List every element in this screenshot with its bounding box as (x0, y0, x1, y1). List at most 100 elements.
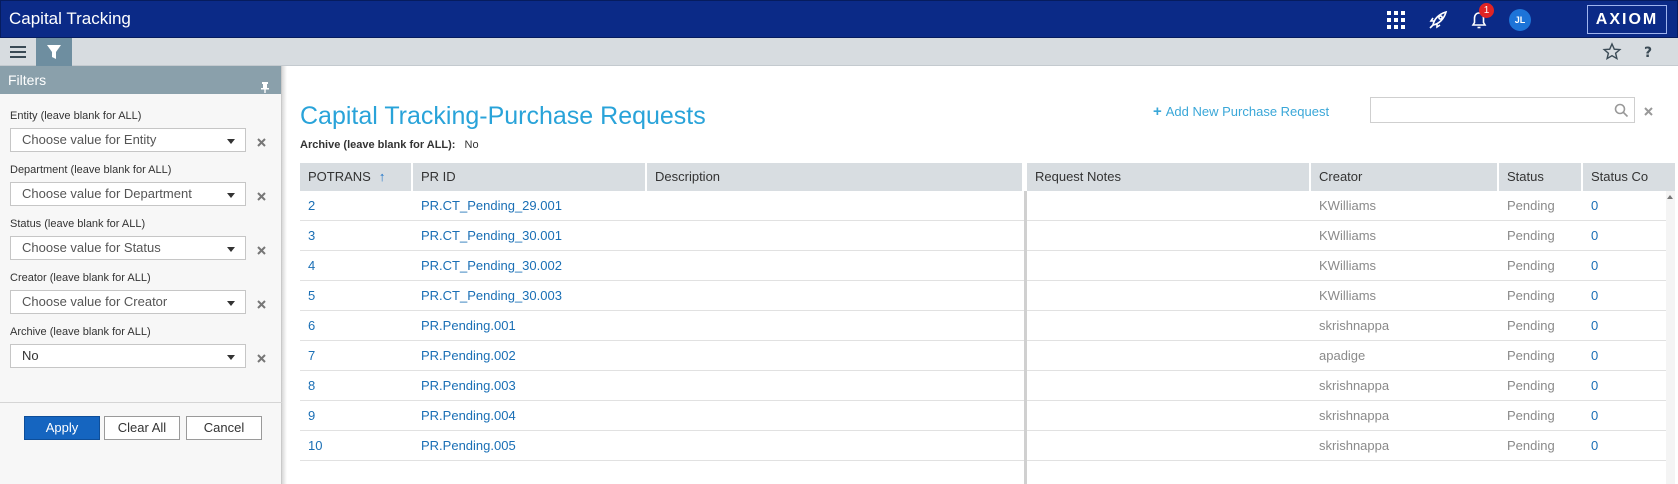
column-header-potrans[interactable]: POTRANS ↑ (300, 163, 413, 191)
purchase-requests-table: POTRANS ↑ PR ID Description Request Notes… (300, 163, 1675, 484)
cell-creator: skrishnappa (1319, 438, 1390, 453)
chevron-down-icon (227, 355, 235, 360)
table-row[interactable]: 6 PR.Pending.001 skrishnappa Pending 0 (300, 311, 1666, 341)
filters-panel: Filters Entity (leave blank for ALL) Cho… (0, 66, 282, 484)
table-row[interactable]: 10 PR.Pending.005 skrishnappa Pending 0 (300, 431, 1666, 461)
help-icon[interactable]: ? (1630, 38, 1666, 66)
frozen-column-divider (1024, 191, 1027, 484)
archive-summary-value: No (464, 139, 479, 151)
cell-potrans[interactable]: 4 (300, 251, 413, 280)
chevron-down-icon (227, 247, 235, 252)
column-header-request-notes[interactable]: Request Notes (1027, 163, 1311, 191)
search-input[interactable] (1370, 97, 1635, 123)
column-header-description[interactable]: Description (647, 163, 1024, 191)
cell-description (647, 401, 1024, 430)
creator-clear-icon[interactable] (256, 297, 267, 309)
cell-prid[interactable]: PR.Pending.005 (413, 431, 647, 460)
apply-button[interactable]: Apply (24, 416, 100, 440)
archive-filter-select[interactable]: No (10, 344, 246, 368)
cell-request-notes (1027, 371, 1311, 400)
top-bar: Capital Tracking 1 JL AXIOM (0, 0, 1678, 38)
cell-description (647, 191, 1024, 220)
star-icon[interactable] (1594, 38, 1630, 66)
cell-potrans[interactable]: 9 (300, 401, 413, 430)
cell-description (647, 281, 1024, 310)
cell-prid[interactable]: PR.Pending.002 (413, 341, 647, 370)
cell-potrans[interactable]: 5 (300, 281, 413, 310)
cell-description (647, 221, 1024, 250)
archive-summary-label: Archive (leave blank for ALL): (300, 139, 456, 151)
scroll-up-icon[interactable] (1667, 195, 1673, 199)
cell-potrans[interactable]: 2 (300, 191, 413, 220)
column-header-prid[interactable]: PR ID (413, 163, 647, 191)
cell-creator: skrishnappa (1319, 378, 1390, 393)
user-avatar[interactable]: JL (1509, 9, 1531, 31)
cell-status-co: 0 (1591, 228, 1599, 243)
vertical-scrollbar[interactable] (1666, 191, 1675, 484)
table-row[interactable]: 7 PR.Pending.002 apadige Pending 0 (300, 341, 1666, 371)
table-row[interactable]: 4 PR.CT_Pending_30.002 KWilliams Pending 0 (300, 251, 1666, 281)
cell-prid[interactable]: PR.CT_Pending_30.002 (413, 251, 647, 280)
archive-clear-icon[interactable] (256, 351, 267, 363)
department-filter-select[interactable]: Choose value for Department (10, 182, 246, 206)
cell-status-co: 0 (1591, 288, 1599, 303)
table-row[interactable]: 2 PR.CT_Pending_29.001 KWilliams Pending 0 (300, 191, 1666, 221)
cell-potrans[interactable]: 8 (300, 371, 413, 400)
cell-status: Pending (1507, 408, 1555, 423)
creator-filter-select[interactable]: Choose value for Creator (10, 290, 246, 314)
entity-clear-icon[interactable] (256, 135, 267, 147)
entity-filter-select[interactable]: Choose value for Entity (10, 128, 246, 152)
cell-potrans[interactable]: 10 (300, 431, 413, 460)
cell-creator: skrishnappa (1319, 318, 1390, 333)
cell-status: Pending (1507, 378, 1555, 393)
table-row[interactable]: 3 PR.CT_Pending_30.001 KWilliams Pending 0 (300, 221, 1666, 251)
cell-creator: KWilliams (1319, 228, 1377, 243)
cell-status: Pending (1507, 438, 1555, 453)
cell-prid[interactable]: PR.CT_Pending_30.001 (413, 221, 647, 250)
cell-prid[interactable]: PR.Pending.003 (413, 371, 647, 400)
add-purchase-request-link[interactable]: + Add New Purchase Request (1153, 103, 1329, 120)
status-clear-icon[interactable] (256, 243, 267, 255)
creator-filter-value: Choose value for Creator (22, 294, 168, 309)
apps-grid-icon[interactable] (1385, 9, 1407, 31)
status-filter-select[interactable]: Choose value for Status (10, 236, 246, 260)
cell-creator: KWilliams (1319, 288, 1377, 303)
creator-filter-label: Creator (leave blank for ALL) (10, 272, 151, 284)
search-clear-icon[interactable] (1643, 104, 1654, 116)
filter-icon[interactable] (36, 38, 72, 66)
department-clear-icon[interactable] (256, 189, 267, 201)
column-header-status[interactable]: Status (1499, 163, 1583, 191)
search-icon[interactable] (1614, 103, 1629, 118)
cell-prid[interactable]: PR.Pending.001 (413, 311, 647, 340)
filters-header: Filters (0, 66, 281, 94)
filters-divider (0, 402, 282, 403)
cell-prid[interactable]: PR.CT_Pending_29.001 (413, 191, 647, 220)
cell-request-notes (1027, 251, 1311, 280)
cell-request-notes (1027, 221, 1311, 250)
cancel-button[interactable]: Cancel (186, 416, 262, 440)
cell-potrans[interactable]: 7 (300, 341, 413, 370)
cell-potrans[interactable]: 6 (300, 311, 413, 340)
cell-prid[interactable]: PR.CT_Pending_30.003 (413, 281, 647, 310)
main-content: Capital Tracking-Purchase Requests Archi… (287, 66, 1678, 484)
table-row[interactable]: 8 PR.Pending.003 skrishnappa Pending 0 (300, 371, 1666, 401)
chevron-down-icon (227, 301, 235, 306)
chevron-down-icon (227, 193, 235, 198)
cell-request-notes (1027, 401, 1311, 430)
table-row[interactable]: 9 PR.Pending.004 skrishnappa Pending 0 (300, 401, 1666, 431)
cell-description (647, 311, 1024, 340)
cell-status: Pending (1507, 348, 1555, 363)
rocket-icon[interactable] (1427, 9, 1449, 31)
cell-potrans[interactable]: 3 (300, 221, 413, 250)
pin-icon[interactable] (259, 74, 271, 93)
column-header-creator[interactable]: Creator (1311, 163, 1499, 191)
clear-all-button[interactable]: Clear All (104, 416, 180, 440)
archive-filter-value: No (22, 348, 39, 363)
cell-prid[interactable]: PR.Pending.004 (413, 401, 647, 430)
cell-status: Pending (1507, 228, 1555, 243)
table-row[interactable]: 5 PR.CT_Pending_30.003 KWilliams Pending 0 (300, 281, 1666, 311)
cell-status: Pending (1507, 258, 1555, 273)
cell-status-co: 0 (1591, 258, 1599, 273)
column-header-status-co[interactable]: Status Co (1583, 163, 1675, 191)
hamburger-menu-icon[interactable] (0, 38, 36, 66)
